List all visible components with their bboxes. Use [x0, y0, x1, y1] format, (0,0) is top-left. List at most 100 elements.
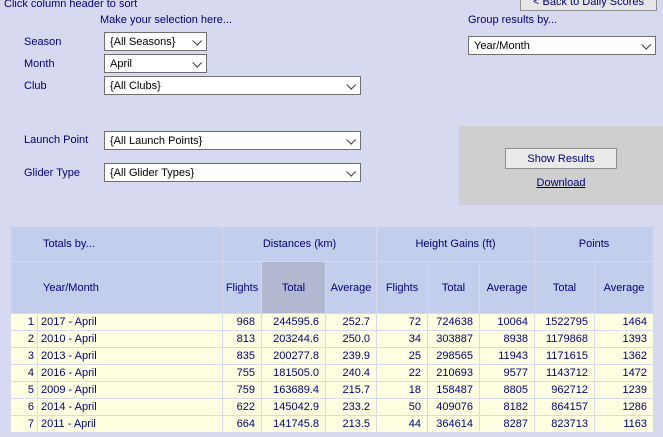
cell-hg-total: 303887 — [428, 331, 479, 347]
col-header-hg-total[interactable]: Total — [428, 262, 479, 313]
cell-dist-total: 145042.9 — [262, 399, 325, 415]
row-rank: 1 — [11, 314, 37, 330]
cell-points-average: 1286 — [595, 399, 653, 415]
cell-hg-total: 210693 — [428, 365, 479, 381]
group-header-points[interactable]: Points — [535, 227, 653, 261]
chevron-down-icon — [192, 58, 202, 68]
back-to-daily-scores-button[interactable]: < Back to Daily Scores — [520, 0, 657, 11]
group-by-select-value: Year/Month — [474, 40, 530, 52]
selection-title: Make your selection here... — [100, 14, 232, 26]
cell-points-total: 1143712 — [535, 365, 594, 381]
table-row: 12017 - April968244595.6252.772724638100… — [11, 314, 653, 330]
col-header-dist-total[interactable]: Total — [262, 262, 325, 313]
cell-points-average: 1393 — [595, 331, 653, 347]
cell-points-average: 1239 — [595, 382, 653, 398]
cell-dist-flights: 622 — [223, 399, 261, 415]
table-row: 42016 - April755181505.0240.422210693957… — [11, 365, 653, 381]
cell-dist-total: 181505.0 — [262, 365, 325, 381]
month-select-value: April — [110, 58, 132, 70]
page: Click column header to sort < Back to Da… — [0, 0, 663, 437]
group-header-height-gains[interactable]: Height Gains (ft) — [377, 227, 534, 261]
cell-hg-total: 724638 — [428, 314, 479, 330]
club-select[interactable]: {All Clubs} — [104, 76, 361, 95]
groupby-title: Group results by... — [468, 14, 557, 26]
download-link[interactable]: Download — [459, 177, 663, 189]
row-period: 2011 - April — [38, 416, 222, 432]
cell-points-total: 1179868 — [535, 331, 594, 347]
cell-dist-total: 244595.6 — [262, 314, 325, 330]
col-header-dist-average[interactable]: Average — [326, 262, 376, 313]
cell-dist-average: 239.9 — [326, 348, 376, 364]
col-header-hg-flights[interactable]: Flights — [377, 262, 427, 313]
col-header-dist-flights[interactable]: Flights — [223, 262, 261, 313]
cell-points-average: 1362 — [595, 348, 653, 364]
cell-hg-average: 10064 — [480, 314, 534, 330]
col-header-year-month[interactable]: Year/Month — [11, 262, 222, 313]
action-panel: Show Results Download — [459, 126, 663, 205]
chevron-down-icon — [346, 80, 356, 90]
season-select[interactable]: {All Seasons} — [104, 32, 207, 51]
table-row: 22010 - April813203244.6250.034303887893… — [11, 331, 653, 347]
cell-points-total: 1522795 — [535, 314, 594, 330]
month-label: Month — [24, 58, 55, 70]
cell-hg-flights: 34 — [377, 331, 427, 347]
table-row: 32013 - April835200277.8239.925298565119… — [11, 348, 653, 364]
show-results-button[interactable]: Show Results — [505, 148, 617, 169]
cell-points-average: 1163 — [595, 416, 653, 432]
cell-hg-flights: 18 — [377, 382, 427, 398]
glider-type-label: Glider Type — [24, 167, 80, 179]
column-header-row: Year/Month Flights Total Average Flights… — [11, 262, 653, 313]
cell-dist-flights: 813 — [223, 331, 261, 347]
row-period: 2017 - April — [38, 314, 222, 330]
cell-dist-flights: 755 — [223, 365, 261, 381]
row-rank: 4 — [11, 365, 37, 381]
cell-dist-total: 163689.4 — [262, 382, 325, 398]
results-table: Totals by... Distances (km) Height Gains… — [10, 226, 654, 433]
row-rank: 7 — [11, 416, 37, 432]
cell-hg-total: 364614 — [428, 416, 479, 432]
cell-hg-flights: 25 — [377, 348, 427, 364]
launch-point-select-value: {All Launch Points} — [110, 135, 202, 147]
club-label: Club — [24, 80, 47, 92]
cell-dist-flights: 835 — [223, 348, 261, 364]
sort-hint: Click column header to sort — [4, 0, 137, 10]
group-header-distances[interactable]: Distances (km) — [223, 227, 376, 261]
col-header-hg-average[interactable]: Average — [480, 262, 534, 313]
row-period: 2016 - April — [38, 365, 222, 381]
row-period: 2014 - April — [38, 399, 222, 415]
cell-hg-flights: 22 — [377, 365, 427, 381]
club-select-value: {All Clubs} — [110, 80, 161, 92]
row-rank: 6 — [11, 399, 37, 415]
row-period: 2009 - April — [38, 382, 222, 398]
col-header-points-total[interactable]: Total — [535, 262, 594, 313]
chevron-down-icon — [641, 40, 651, 50]
cell-hg-average: 8182 — [480, 399, 534, 415]
month-select[interactable]: April — [104, 54, 207, 73]
group-by-select[interactable]: Year/Month — [468, 36, 656, 55]
cell-dist-average: 213.5 — [326, 416, 376, 432]
launch-point-label: Launch Point — [24, 134, 88, 146]
cell-points-total: 823713 — [535, 416, 594, 432]
cell-hg-total: 158487 — [428, 382, 479, 398]
cell-points-total: 962712 — [535, 382, 594, 398]
row-period: 2010 - April — [38, 331, 222, 347]
col-header-points-average[interactable]: Average — [595, 262, 653, 313]
cell-hg-flights: 72 — [377, 314, 427, 330]
cell-dist-average: 240.4 — [326, 365, 376, 381]
table-row: 72011 - April664141745.8213.544364614828… — [11, 416, 653, 432]
cell-points-total: 864157 — [535, 399, 594, 415]
cell-dist-average: 215.7 — [326, 382, 376, 398]
cell-dist-total: 200277.8 — [262, 348, 325, 364]
group-header-totals[interactable]: Totals by... — [11, 227, 222, 261]
chevron-down-icon — [192, 36, 202, 46]
table-row: 52009 - April759163689.4215.718158487880… — [11, 382, 653, 398]
cell-hg-total: 409076 — [428, 399, 479, 415]
glider-type-select[interactable]: {All Glider Types} — [104, 163, 361, 182]
cell-dist-total: 141745.8 — [262, 416, 325, 432]
row-rank: 3 — [11, 348, 37, 364]
cell-points-total: 1171615 — [535, 348, 594, 364]
cell-points-average: 1464 — [595, 314, 653, 330]
launch-point-select[interactable]: {All Launch Points} — [104, 131, 361, 150]
cell-dist-average: 250.0 — [326, 331, 376, 347]
cell-dist-total: 203244.6 — [262, 331, 325, 347]
